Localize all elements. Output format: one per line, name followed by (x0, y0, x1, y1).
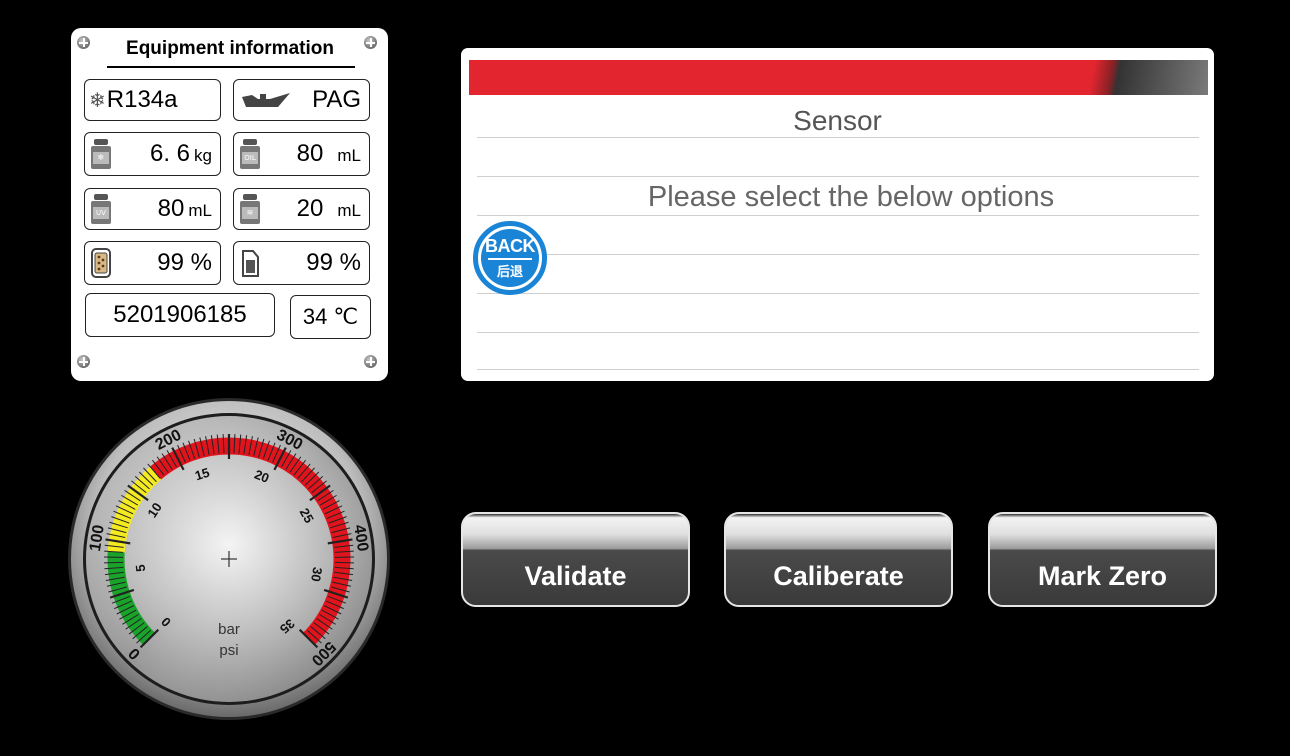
screw-icon (77, 355, 90, 368)
divider (477, 369, 1199, 370)
back-label-cn: 后退 (496, 264, 523, 280)
uv-amount-unit: mL (188, 201, 212, 220)
screw-icon (77, 36, 90, 49)
waste-oil-amount-value: 20 (296, 195, 324, 222)
back-icon: BACK 后退 (481, 229, 539, 287)
tank-icon (242, 250, 259, 277)
tank-percent-value: 99 % (306, 249, 361, 276)
uv-amount-value: 80 (157, 195, 185, 222)
screw-icon (364, 355, 377, 368)
gauge-tick (334, 561, 354, 564)
refrigerant-amount-value: 6. 6 (150, 140, 191, 167)
serial-number-value: 5201906185 (113, 301, 247, 328)
dialog-message: Please select the below options (647, 181, 1055, 213)
uv-amount-box: UV 80 mL (84, 188, 221, 230)
dialog-header-bar (469, 60, 1208, 95)
sensor-dialog: Sensor Please select the below options B… (461, 48, 1214, 381)
divider (477, 254, 1199, 255)
validate-button[interactable]: Validate (461, 512, 690, 607)
oil-type-box: PAG (233, 79, 370, 121)
divider (477, 293, 1199, 294)
validate-button-label: Validate (524, 561, 627, 591)
refrigerant-type-value: R134a (106, 86, 178, 113)
equipment-info-panel: Equipment information ❄ R134a PAG ❄ 6. 6… (71, 28, 388, 381)
oil-can-icon (242, 93, 290, 107)
gauge-bar-label: 30 (308, 566, 325, 583)
serial-number-box: 5201906185 (85, 293, 275, 337)
refrigerant-type-box: ❄ R134a (84, 79, 221, 121)
temperature-value: 34 ℃ (302, 304, 359, 329)
back-label: BACK (485, 236, 536, 256)
calibrate-button-label: Caliberate (773, 561, 904, 591)
mark-zero-button-label: Mark Zero (1037, 561, 1168, 591)
gauge-unit-psi: psi (219, 642, 238, 659)
oil-bottle-icon: OIL (240, 139, 260, 169)
divider (477, 332, 1199, 333)
calibrate-button[interactable]: Caliberate (724, 512, 953, 607)
filter-percent-box: 99 % (84, 241, 221, 285)
oil-amount-unit: mL (337, 146, 361, 165)
tank-percent-box: 99 % (233, 241, 370, 285)
temperature-box: 34 ℃ (290, 295, 371, 339)
oil-type-value: PAG (312, 86, 361, 113)
title-underline (107, 66, 355, 68)
gauge-bar-label: 5 (133, 564, 149, 573)
divider (477, 176, 1199, 177)
refrigerant-amount-box: ❄ 6. 6 kg (84, 132, 221, 176)
waste-oil-amount-unit: mL (337, 201, 361, 220)
oil-amount-value: 80 (296, 140, 324, 167)
pressure-gauge: 0100200 300400500051015 20253035 bar psi (68, 398, 390, 720)
waste-oil-bottle-icon: ≋ (240, 194, 260, 224)
equipment-info-title: Equipment information (126, 38, 334, 59)
oil-amount-box: OIL 80 mL (233, 132, 370, 176)
divider (477, 137, 1199, 138)
screw-icon (364, 36, 377, 49)
gauge-unit-bar: bar (218, 621, 240, 638)
snowflake-icon: ❄ (89, 89, 106, 112)
refrigerant-bottle-icon: ❄ (91, 139, 111, 169)
waste-oil-amount-box: ≋ 20 mL (233, 188, 370, 230)
dialog-title: Sensor (793, 105, 882, 136)
uv-bottle-icon: UV (91, 194, 111, 224)
gauge-tick (104, 561, 124, 564)
back-button[interactable]: BACK 后退 (473, 221, 547, 295)
back-separator (488, 258, 532, 260)
refrigerant-amount-unit: kg (194, 146, 212, 165)
filter-percent-value: 99 % (157, 249, 212, 276)
filter-icon (91, 248, 111, 278)
mark-zero-button[interactable]: Mark Zero (988, 512, 1217, 607)
divider (477, 215, 1199, 216)
